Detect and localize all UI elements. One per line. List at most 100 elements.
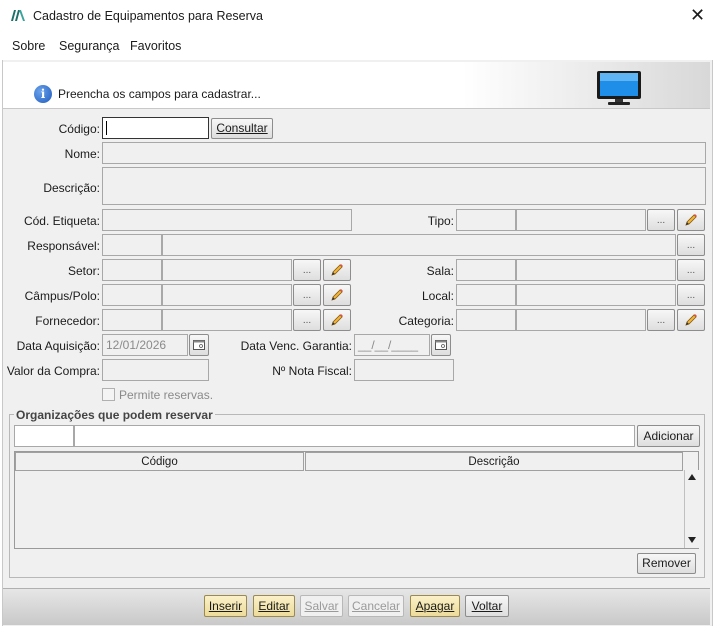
descricao-label: Descrição: (43, 181, 100, 195)
salvar-button-label: Salvar (304, 599, 339, 613)
menu-bar: Sobre Segurança Favoritos (0, 33, 713, 59)
local-label: Local: (421, 289, 454, 303)
descricao-textarea[interactable] (102, 167, 706, 205)
pencil-icon (331, 289, 343, 301)
categoria-search-dots: ... (656, 315, 666, 326)
inserir-button[interactable]: Inserir (204, 595, 247, 617)
menu-sobre-label: Sobre (12, 39, 46, 53)
scroll-up-icon[interactable] (688, 474, 696, 480)
inserir-button-label: Inserir (208, 599, 243, 613)
local-code-input[interactable] (456, 284, 516, 306)
salvar-button[interactable]: Salvar (300, 595, 343, 617)
setor-search-button[interactable]: ... (293, 259, 321, 281)
column-header-descricao[interactable]: Descrição (305, 452, 683, 471)
nome-label: Nome: (64, 147, 100, 161)
responsavel-desc-input[interactable] (162, 234, 676, 256)
info-icon: i (34, 85, 52, 103)
adicionar-button-label: Adicionar (643, 429, 694, 443)
pencil-icon (685, 214, 697, 226)
codigo-input[interactable] (102, 117, 209, 139)
sala-code-input[interactable] (456, 259, 516, 281)
responsavel-label: Responsável: (27, 239, 100, 253)
tipo-code-input[interactable] (456, 209, 516, 231)
setor-edit-button[interactable] (323, 259, 351, 281)
data-garantia-input[interactable]: __/__/____ (354, 334, 430, 356)
responsavel-code-input[interactable] (102, 234, 162, 256)
consultar-button[interactable]: Consultar (211, 118, 273, 139)
permite-reservas-label: Permite reservas. (119, 388, 214, 402)
apagar-button[interactable]: Apagar (410, 595, 460, 617)
fornecedor-code-input[interactable] (102, 309, 162, 331)
editar-button[interactable]: Editar (253, 595, 295, 617)
categoria-search-button[interactable]: ... (647, 309, 675, 331)
cancelar-button[interactable]: Cancelar (348, 595, 404, 617)
responsavel-search-button[interactable]: ... (677, 234, 705, 256)
editar-button-label: Editar (258, 599, 290, 613)
categoria-label: Categoria: (398, 314, 454, 328)
campus-edit-button[interactable] (323, 284, 351, 306)
voltar-button[interactable]: Voltar (465, 595, 509, 617)
column-header-codigo[interactable]: Código (15, 452, 304, 471)
sala-search-dots: ... (686, 265, 696, 276)
campus-search-button[interactable]: ... (293, 284, 321, 306)
sala-search-button[interactable]: ... (677, 259, 705, 281)
fornecedor-edit-button[interactable] (323, 309, 351, 331)
pencil-icon (331, 314, 343, 326)
etiqueta-label: Cód. Etiqueta: (23, 214, 100, 228)
campus-code-input[interactable] (102, 284, 162, 306)
pencil-icon (685, 314, 697, 326)
banner-text: Preencha os campos para cadastrar... (58, 87, 261, 101)
tipo-edit-button[interactable] (677, 209, 705, 231)
valor-label: Valor da Compra: (6, 364, 100, 378)
categoria-desc-input[interactable] (516, 309, 646, 331)
menu-favoritos[interactable]: Favoritos (130, 39, 181, 53)
close-icon[interactable]: ✕ (690, 5, 705, 25)
setor-search-dots: ... (302, 265, 312, 276)
menu-seguranca-label: Segurança (59, 39, 120, 53)
nota-label: Nº Nota Fiscal: (272, 364, 352, 378)
fornecedor-search-button[interactable]: ... (293, 309, 321, 331)
table-scrollbar[interactable] (684, 470, 700, 548)
data-aquisicao-calendar-button[interactable] (189, 334, 209, 356)
fornecedor-search-dots: ... (302, 315, 312, 326)
local-search-button[interactable]: ... (677, 284, 705, 306)
valor-input[interactable] (102, 359, 209, 381)
categoria-edit-button[interactable] (677, 309, 705, 331)
remover-button-label: Remover (642, 556, 691, 570)
menu-sobre[interactable]: Sobre (12, 39, 45, 53)
tipo-search-button[interactable]: ... (647, 209, 675, 231)
permite-reservas-checkbox[interactable] (102, 388, 115, 401)
campus-label: Câmpus/Polo: (24, 289, 100, 303)
setor-label: Setor: (67, 264, 100, 278)
tipo-search-dots: ... (656, 215, 666, 226)
adicionar-button[interactable]: Adicionar (637, 425, 700, 447)
local-desc-input[interactable] (516, 284, 676, 306)
menu-favoritos-label: Favoritos (130, 39, 182, 53)
pencil-icon (331, 264, 343, 276)
local-search-dots: ... (686, 290, 696, 301)
apagar-button-label: Apagar (415, 599, 455, 613)
categoria-code-input[interactable] (456, 309, 516, 331)
setor-code-input[interactable] (102, 259, 162, 281)
tipo-label: Tipo: (427, 214, 454, 228)
sala-desc-input[interactable] (516, 259, 676, 281)
nota-input[interactable] (354, 359, 454, 381)
org-code-input[interactable] (14, 425, 74, 447)
nome-input[interactable] (102, 142, 706, 164)
monitor-icon (596, 70, 642, 109)
menu-seguranca[interactable]: Segurança (59, 39, 119, 53)
data-garantia-calendar-button[interactable] (431, 334, 451, 356)
org-desc-input[interactable] (74, 425, 635, 447)
voltar-button-label: Voltar (471, 599, 503, 613)
data-aquisicao-label: Data Aquisição: (16, 339, 100, 353)
etiqueta-input[interactable] (102, 209, 352, 231)
scroll-down-icon[interactable] (688, 537, 696, 543)
remover-button[interactable]: Remover (637, 553, 696, 574)
setor-desc-input[interactable] (162, 259, 292, 281)
cancelar-button-label: Cancelar (351, 599, 401, 613)
data-aquisicao-input[interactable]: 12/01/2026 (102, 334, 188, 356)
campus-desc-input[interactable] (162, 284, 292, 306)
tipo-desc-input[interactable] (516, 209, 646, 231)
fornecedor-desc-input[interactable] (162, 309, 292, 331)
campus-search-dots: ... (302, 290, 312, 301)
